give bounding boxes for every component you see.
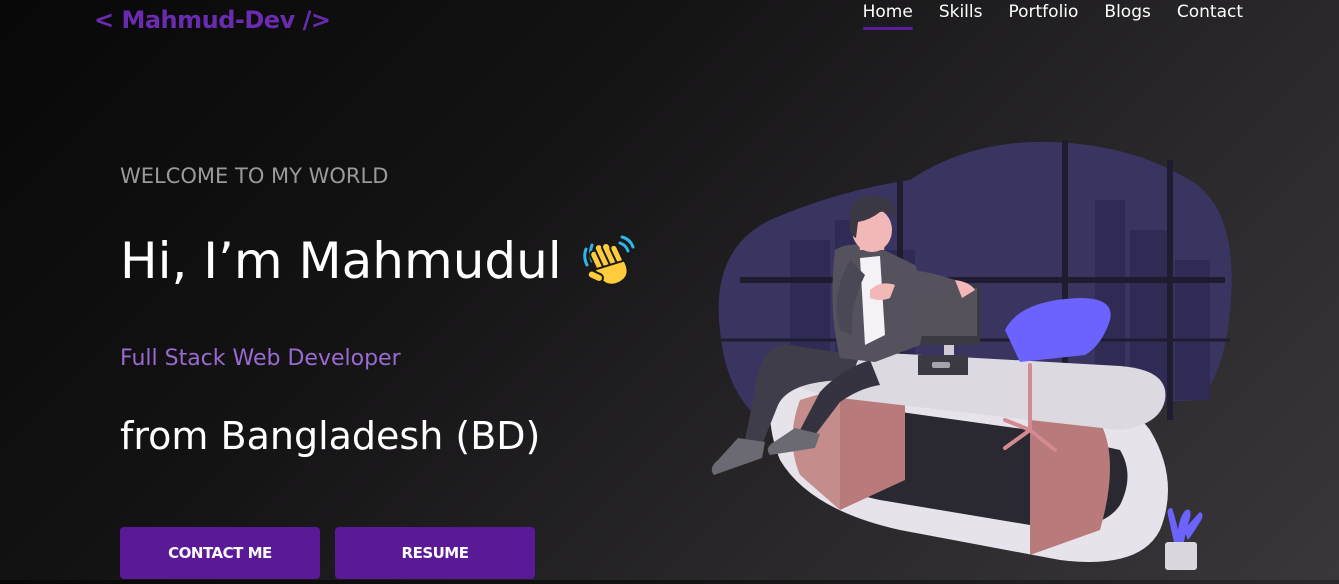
greeting-text: Hi, I’m Mahmudul xyxy=(120,232,562,290)
nav-link-contact[interactable]: Contact xyxy=(1177,2,1243,30)
hero-greeting: Hi, I’m Mahmudul xyxy=(120,232,636,290)
nav-link-skills[interactable]: Skills xyxy=(939,2,983,30)
nav-link-blogs[interactable]: Blogs xyxy=(1104,2,1150,30)
waving-hand-icon xyxy=(580,233,636,289)
site-logo[interactable]: < Mahmud-Dev /> xyxy=(94,6,331,34)
resume-button[interactable]: RESUME xyxy=(335,527,535,579)
navbar: < Mahmud-Dev /> Home Skills Portfolio Bl… xyxy=(0,0,1339,50)
contact-me-button[interactable]: CONTACT ME xyxy=(120,527,320,579)
developer-illustration xyxy=(700,130,1240,580)
nav-links: Home Skills Portfolio Blogs Contact xyxy=(862,2,1243,30)
location-text: from Bangladesh (BD) xyxy=(120,414,541,458)
welcome-text: WELCOME TO MY WORLD xyxy=(120,164,389,188)
role-text: Full Stack Web Developer xyxy=(120,346,401,371)
nav-link-portfolio[interactable]: Portfolio xyxy=(1008,2,1078,30)
nav-link-home[interactable]: Home xyxy=(862,2,914,30)
